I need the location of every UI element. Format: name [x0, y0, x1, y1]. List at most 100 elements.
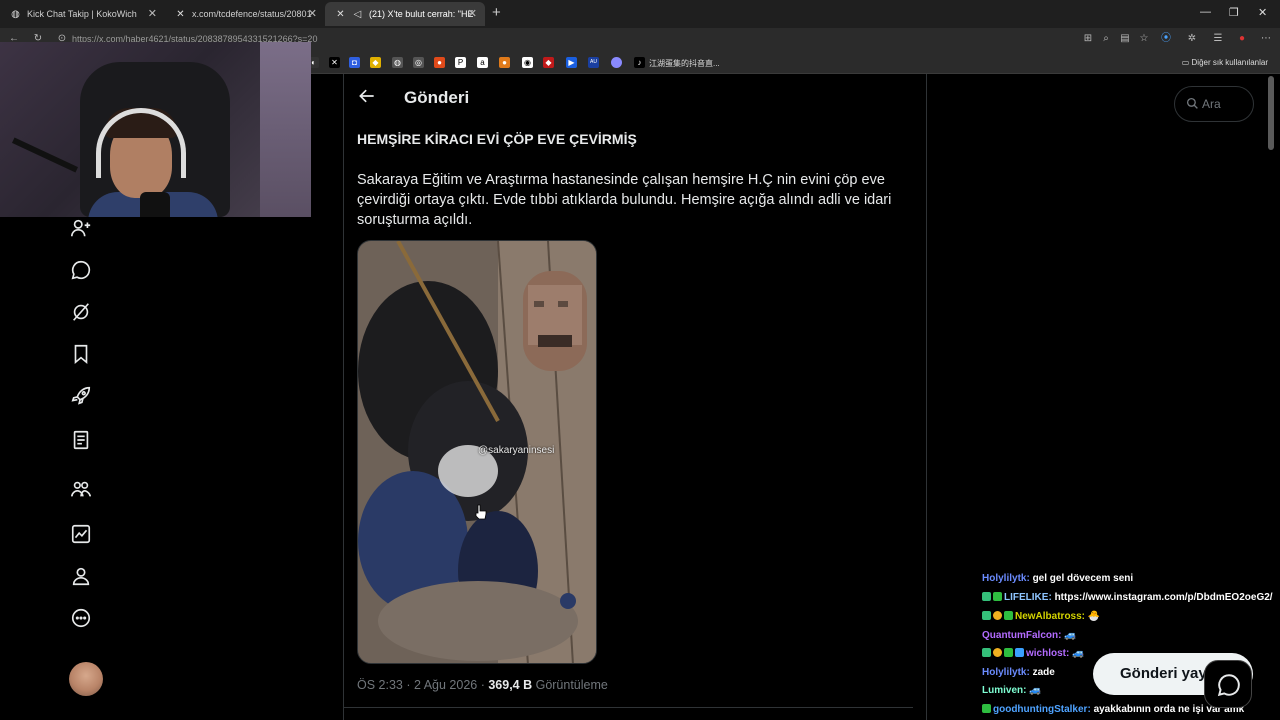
bookmark-icon[interactable]: ◉ — [522, 57, 533, 68]
other-favorites[interactable]: ▭ Diğer sık kullanılanlar — [1182, 58, 1268, 67]
tab-title: (21) X'te bulut cerrah: "HEMŞİ — [369, 9, 473, 19]
chat-message: NewAlbatross: 🐣 — [982, 611, 1100, 622]
chat-message: Lumiven: 🚙 — [982, 685, 1042, 696]
close-window-button[interactable]: ✕ — [1258, 6, 1267, 19]
close-tab-icon[interactable]: ✕ — [308, 7, 317, 20]
analytics-icon[interactable] — [70, 523, 92, 545]
bookmark-icon[interactable]: a — [477, 57, 488, 68]
bookmark-icon[interactable]: ● — [499, 57, 510, 68]
reader-icon[interactable]: ▤ — [1119, 33, 1131, 45]
emote-icon: 🚙 — [1029, 685, 1042, 696]
post-headline: HEMŞİRE KİRACI EVİ ÇÖP EVE ÇEVİRMİŞ — [357, 131, 637, 147]
bookmark-icon[interactable]: ● — [434, 57, 445, 68]
hand-cursor-icon — [475, 504, 487, 520]
profile-icon[interactable] — [70, 565, 92, 587]
other-favorites-label: Diğer sık kullanılanlar — [1191, 58, 1268, 67]
more-icon[interactable] — [70, 607, 92, 629]
bookmark-x-icon[interactable]: ✕ — [329, 57, 340, 68]
x-logo-icon: ✕ — [176, 8, 185, 20]
chat-username: wichlost: — [1026, 648, 1070, 659]
favorite-star-icon[interactable]: ☆ — [1138, 33, 1150, 45]
post-timestamp[interactable]: ÖS 2:33 · 2 Ağu 2026 · — [357, 678, 488, 692]
chat-username: NewAlbatross: — [1015, 611, 1086, 622]
close-tab-icon[interactable]: ✕ — [468, 7, 477, 20]
chat-message: goodhuntingStalker: ayakkabının orda ne … — [982, 704, 1244, 715]
bookmark-link[interactable]: 江湖蛋集的抖音直... — [649, 58, 720, 69]
divider — [343, 707, 913, 708]
chat-username: QuantumFalcon: — [982, 630, 1062, 641]
video-watermark: @sakaryaninsesi — [478, 445, 555, 456]
browser-tab[interactable]: ✕ x.com/tcdefence/status/208019640 ✕ — [165, 2, 325, 26]
badge-icon — [1015, 648, 1024, 657]
speaker-icon[interactable]: ◁ — [352, 9, 363, 20]
chat-message: QuantumFalcon: 🚙 — [982, 630, 1077, 641]
webcam-overlay — [0, 42, 311, 217]
lists-icon[interactable] — [70, 429, 92, 451]
chat-username: Holylilytk: — [982, 667, 1030, 678]
chat-username: Lumiven: — [982, 685, 1027, 696]
chat-username: Holylilytk: — [982, 573, 1030, 584]
messages-drawer-button[interactable] — [1204, 660, 1252, 708]
badge-icon — [982, 648, 991, 657]
chat-message: Holylilytk: gel gel dövecem seni — [982, 573, 1133, 584]
bookmark-icon[interactable] — [611, 57, 622, 68]
chat-text: zade — [1032, 667, 1055, 678]
new-tab-button[interactable]: + — [492, 4, 501, 21]
favorites-icon[interactable]: ☰ — [1212, 33, 1224, 45]
bookmark-icon[interactable]: ◎ — [413, 57, 424, 68]
folder-icon: ▭ — [1181, 58, 1192, 67]
post-views-label: Görüntüleme — [532, 678, 608, 692]
chat-message: LIFELIKE: https://www.instagram.com/p/Db… — [982, 592, 1273, 603]
add-user-icon[interactable] — [70, 217, 92, 239]
messages-icon[interactable] — [70, 259, 92, 281]
search-icon — [1186, 97, 1198, 109]
tab-title: x.com/tcdefence/status/208019640 — [192, 9, 312, 19]
read-aloud-icon[interactable]: ⦿ — [1160, 33, 1172, 45]
webcam-mic-arm — [12, 137, 78, 173]
minimize-button[interactable]: — — [1200, 6, 1211, 18]
bookmark-icon[interactable]: ◍ — [392, 57, 403, 68]
grok-icon[interactable] — [70, 301, 92, 323]
badge-icon — [982, 611, 991, 620]
webcam-background — [260, 42, 311, 217]
badge-icon — [993, 648, 1002, 657]
bookmark-icon[interactable]: P — [455, 57, 466, 68]
zoom-icon[interactable]: ⌕ — [1100, 33, 1112, 45]
badge-icon — [982, 704, 991, 713]
tab-title: Kick Chat Takip | KokoWich — [27, 9, 137, 19]
bookmark-icon[interactable]: ▶ — [566, 57, 577, 68]
rocket-icon[interactable] — [70, 385, 92, 407]
badge-icon — [993, 611, 1002, 620]
scrollbar[interactable] — [1268, 76, 1274, 150]
bookmark-icon[interactable]: ◆ — [370, 57, 381, 68]
browser-tab-active[interactable]: ✕ ◁ (21) X'te bulut cerrah: "HEMŞİ ✕ — [325, 2, 485, 26]
settings-menu-icon[interactable]: ⋯ — [1260, 33, 1272, 45]
bookmark-icon[interactable]: ◆ — [543, 57, 554, 68]
bookmark-icon[interactable]: ◘ — [349, 57, 360, 68]
chat-username: goodhuntingStalker: — [993, 704, 1091, 715]
browser-tab-bar: ◍ Kick Chat Takip | KokoWich ✕ ✕ x.com/t… — [0, 0, 1280, 28]
bookmark-icon[interactable]: AU — [588, 57, 599, 68]
search-placeholder: Ara — [1202, 97, 1221, 111]
bookmarks-icon[interactable] — [70, 343, 92, 365]
post-body: Sakaraya Eğitim ve Araştırma hastanesind… — [357, 172, 892, 228]
badge-icon — [1004, 611, 1013, 620]
back-arrow-icon[interactable] — [357, 86, 377, 106]
emote-icon: 🚙 — [1064, 630, 1077, 641]
emote-icon: 🐣 — [1087, 611, 1101, 622]
badge-icon — [1004, 648, 1013, 657]
post-video[interactable] — [357, 240, 597, 664]
apps-icon[interactable]: ⊞ — [1082, 33, 1094, 45]
x-logo-icon: ✕ — [336, 8, 345, 20]
close-tab-icon[interactable]: ✕ — [148, 7, 157, 20]
chat-text: https://www.instagram.com/p/DbdmEO2oeG2/ — [1054, 592, 1273, 603]
extensions-icon[interactable]: ✲ — [1186, 33, 1198, 45]
globe-icon: ◍ — [11, 8, 20, 20]
tiktok-icon[interactable]: ♪ — [634, 57, 645, 68]
browser-tab[interactable]: ◍ Kick Chat Takip | KokoWich ✕ — [0, 2, 165, 26]
communities-icon[interactable] — [70, 478, 92, 500]
account-avatar[interactable] — [69, 662, 103, 696]
maximize-button[interactable]: ❐ — [1229, 6, 1239, 19]
profile-avatar-icon[interactable]: ● — [1236, 33, 1248, 45]
emote-icon: 🚙 — [1072, 648, 1085, 659]
